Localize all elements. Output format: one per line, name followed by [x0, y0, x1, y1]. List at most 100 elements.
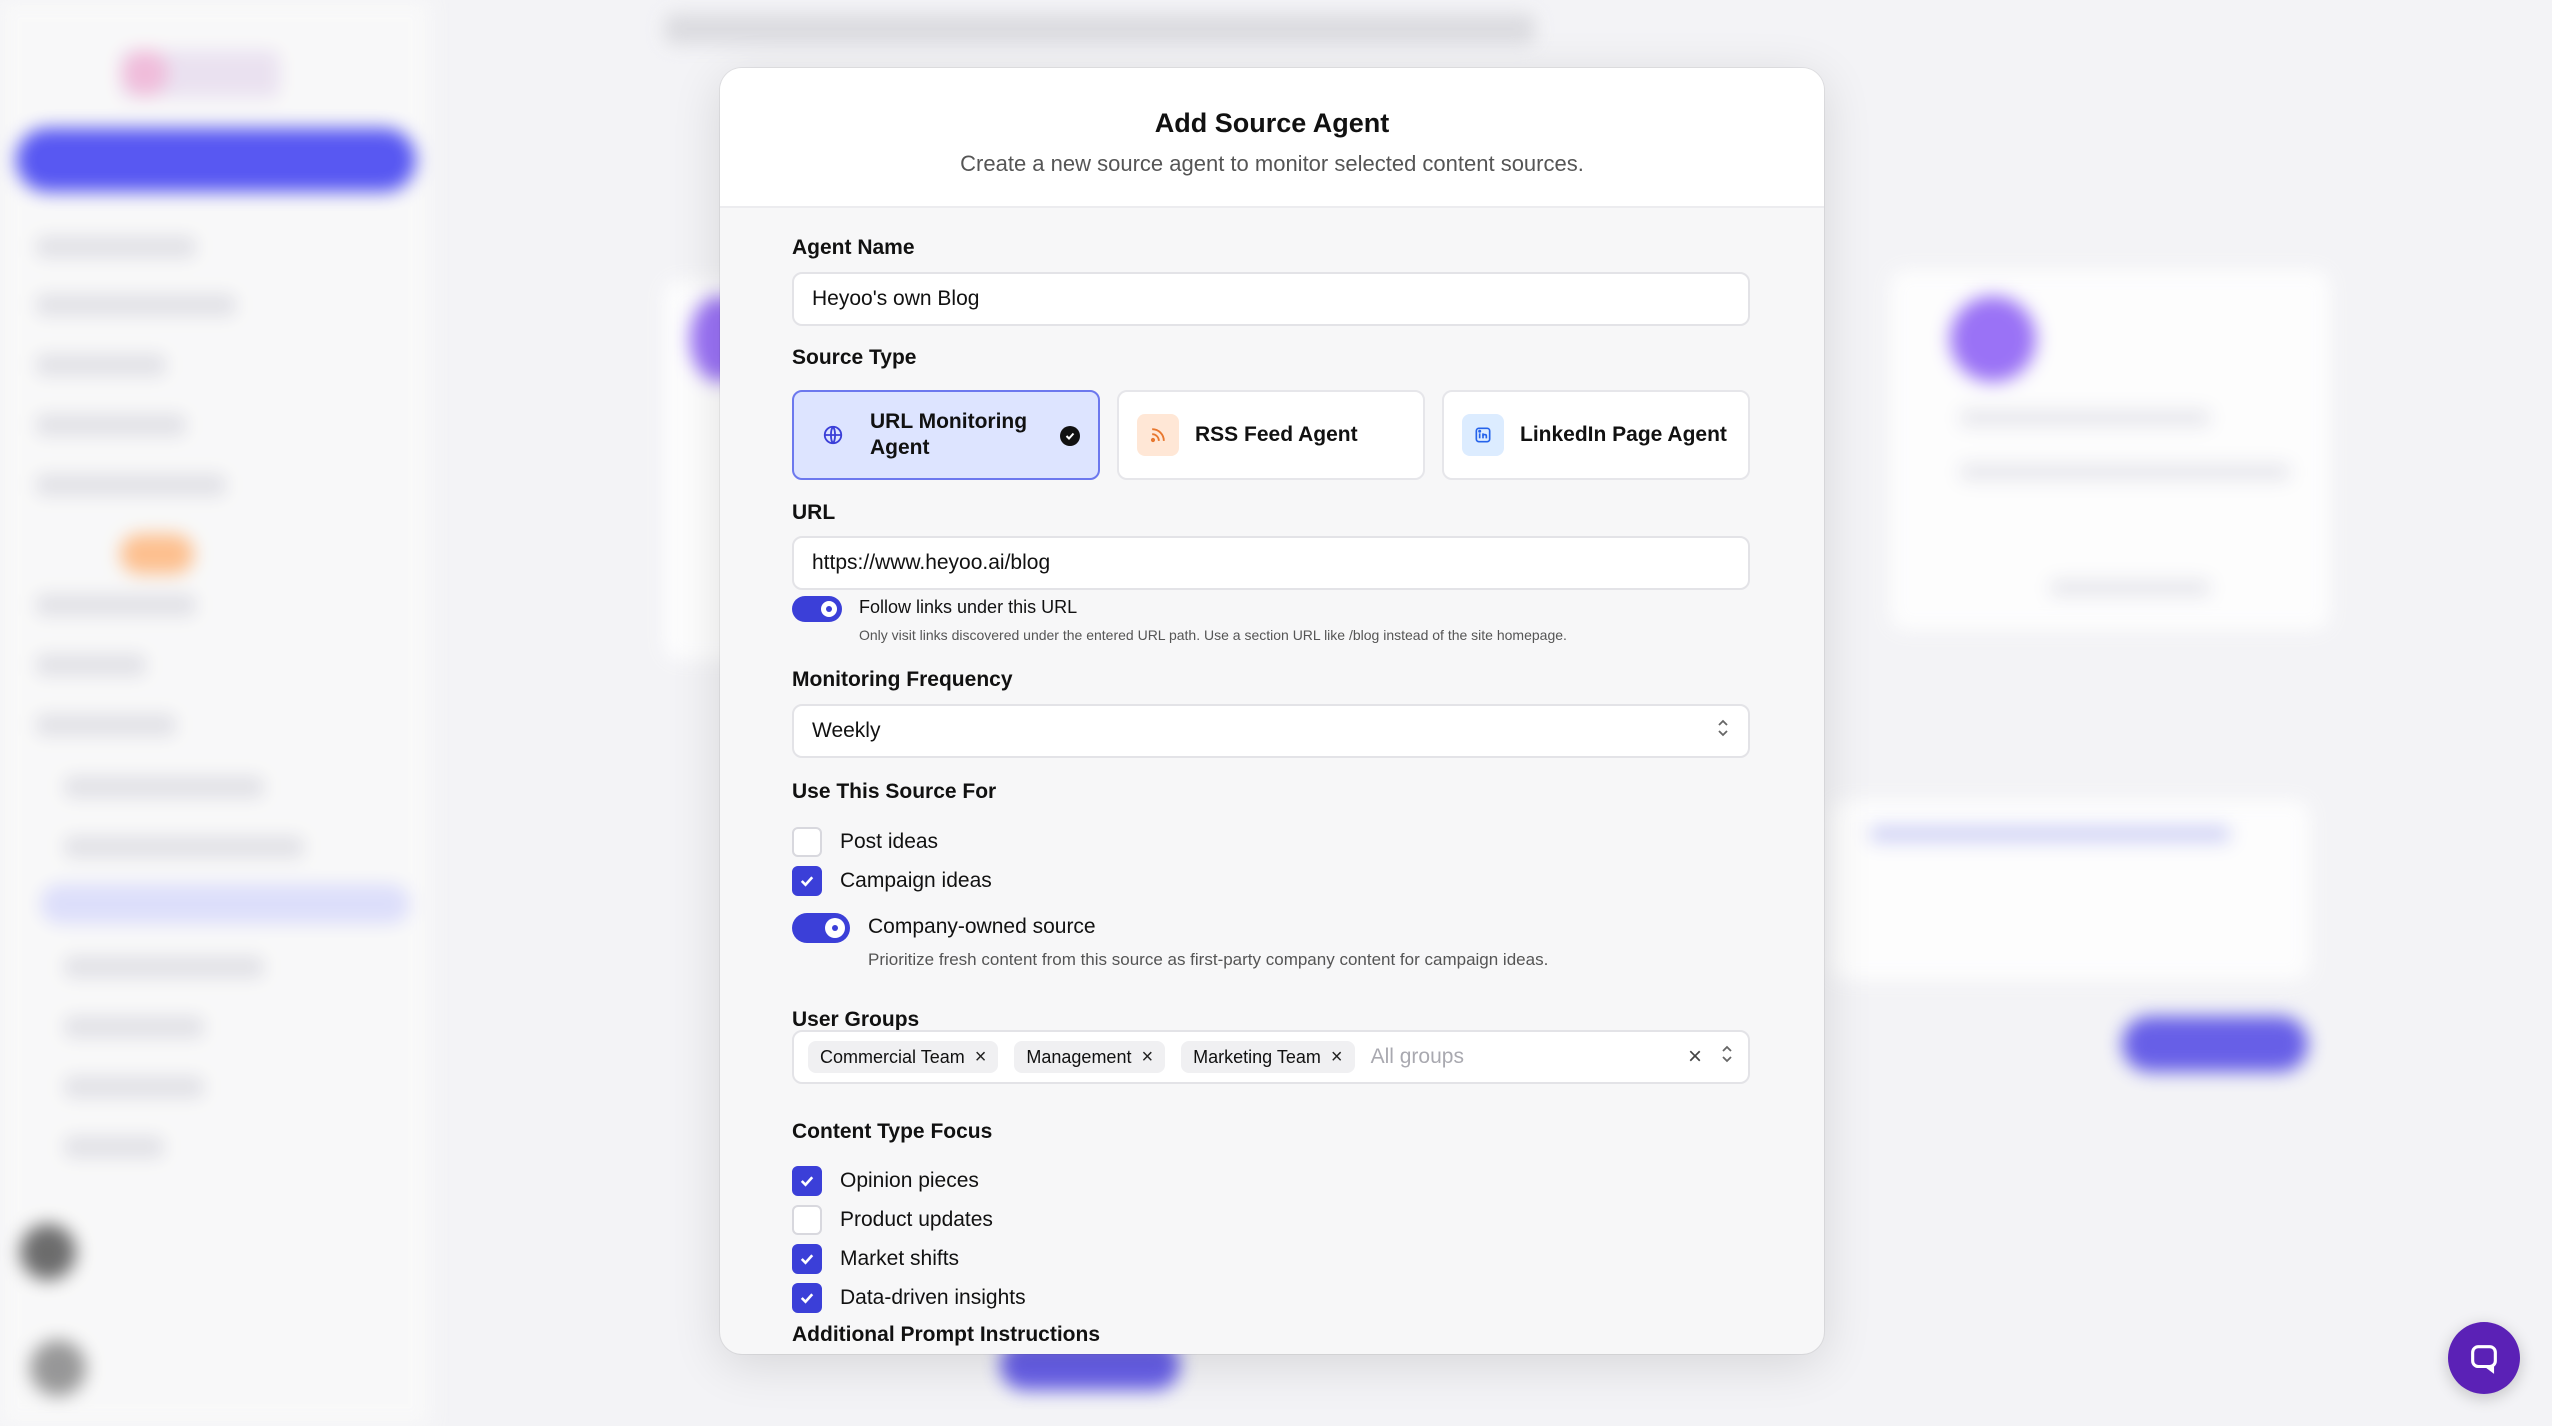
check-icon	[800, 1254, 814, 1265]
group-tag-label: Commercial Team	[820, 1046, 965, 1067]
checkbox[interactable]	[792, 1283, 822, 1313]
use-for-label: Use This Source For	[792, 780, 997, 803]
source-type-rss-feed[interactable]: RSS Feed Agent	[1117, 390, 1425, 480]
check-icon	[800, 1176, 814, 1187]
checkbox-label: Data-driven insights	[840, 1286, 1026, 1309]
group-tag: Management ×	[1014, 1041, 1166, 1073]
source-type-linkedin-page[interactable]: LinkedIn Page Agent	[1442, 390, 1750, 480]
additional-prompt-label: Additional Prompt Instructions	[792, 1323, 1100, 1346]
checkbox[interactable]	[792, 1244, 822, 1274]
bg-nav-item	[36, 474, 226, 496]
monitoring-frequency-select[interactable]: Weekly	[792, 704, 1750, 758]
bg-nav-item	[36, 236, 196, 258]
bg-primary-button	[16, 128, 416, 192]
agent-name-value: Heyoo's own Blog	[812, 287, 980, 310]
bg-avatar	[30, 1340, 86, 1396]
bg-sidebar	[0, 0, 430, 1426]
bg-avatar	[20, 1224, 76, 1280]
bg-nav-item	[64, 1016, 204, 1038]
bg-logo-mark	[122, 50, 168, 96]
selected-check-icon	[1060, 426, 1080, 446]
checkbox-label: Market shifts	[840, 1247, 960, 1270]
remove-tag-icon[interactable]: ×	[1141, 1047, 1153, 1067]
source-type-url-monitoring[interactable]: URL Monitoring Agent	[792, 390, 1100, 480]
url-input[interactable]: https://www.heyoo.ai/blog	[792, 536, 1750, 590]
bg-nav-item	[36, 294, 236, 316]
check-icon	[800, 876, 814, 887]
checkbox[interactable]	[792, 827, 822, 857]
content-type-data-driven[interactable]: Data-driven insights	[792, 1283, 1026, 1313]
bg-nav-item	[36, 594, 196, 616]
check-icon	[800, 1293, 814, 1304]
user-groups-multiselect[interactable]: Commercial Team × Management × Marketing…	[792, 1030, 1750, 1084]
bg-icon	[1950, 296, 2036, 382]
rss-icon	[1137, 414, 1179, 456]
content-type-market-shifts[interactable]: Market shifts	[792, 1244, 959, 1274]
bg-nav-item	[36, 714, 176, 736]
checkbox[interactable]	[792, 1166, 822, 1196]
bg-nav-item	[36, 654, 146, 676]
company-owned-toggle[interactable]	[792, 913, 850, 943]
add-source-agent-dialog: Add Source Agent Create a new source age…	[720, 68, 1824, 1354]
bg-text-line	[1960, 464, 2290, 480]
linkedin-icon	[1462, 414, 1504, 456]
url-value: https://www.heyoo.ai/blog	[812, 551, 1051, 574]
clear-icon[interactable]: ×	[1688, 1043, 1702, 1071]
bg-header-bar	[665, 14, 1535, 44]
remove-tag-icon[interactable]: ×	[975, 1047, 987, 1067]
user-groups-label: User Groups	[792, 1008, 920, 1031]
follow-links-label: Follow links under this URL	[859, 597, 1078, 617]
bg-nav-item	[36, 354, 166, 376]
company-owned-help: Prioritize fresh content from this sourc…	[868, 950, 1549, 969]
content-type-focus-label: Content Type Focus	[792, 1120, 993, 1143]
user-groups-placeholder: All groups	[1370, 1045, 1464, 1068]
bg-nav-item	[64, 1076, 204, 1098]
dialog-subtitle: Create a new source agent to monitor sel…	[960, 151, 1584, 176]
select-chevrons-icon	[1716, 718, 1730, 744]
source-type-label: Source Type	[792, 346, 917, 369]
checkbox[interactable]	[792, 1205, 822, 1235]
dialog-header: Add Source Agent Create a new source age…	[720, 68, 1824, 208]
agent-name-label: Agent Name	[792, 236, 915, 259]
bg-nav-item	[64, 776, 264, 798]
bg-button	[2122, 1016, 2308, 1072]
bg-nav-item	[64, 956, 264, 978]
company-owned-label: Company-owned source	[868, 915, 1096, 938]
url-label: URL	[792, 501, 836, 524]
dialog-title: Add Source Agent	[1154, 108, 1390, 138]
content-type-product-updates[interactable]: Product updates	[792, 1205, 993, 1235]
checkbox[interactable]	[792, 866, 822, 896]
monitoring-frequency-label: Monitoring Frequency	[792, 668, 1013, 691]
checkbox-label: Post ideas	[840, 830, 939, 853]
group-tag: Commercial Team ×	[808, 1041, 999, 1073]
agent-name-input[interactable]: Heyoo's own Blog	[792, 272, 1750, 326]
bg-nav-item	[64, 836, 304, 858]
bg-text-line	[1870, 826, 2230, 842]
follow-links-help: Only visit links discovered under the en…	[859, 627, 1567, 643]
monitoring-frequency-value: Weekly	[812, 719, 881, 742]
checkbox-label: Product updates	[840, 1208, 993, 1231]
checkbox-label: Campaign ideas	[840, 869, 992, 892]
bg-badge	[120, 534, 194, 574]
source-type-rss-label: RSS Feed Agent	[1195, 423, 1358, 446]
content-type-opinion-pieces[interactable]: Opinion pieces	[792, 1166, 979, 1196]
bg-nav-item	[64, 1136, 164, 1158]
follow-links-toggle[interactable]	[792, 596, 842, 622]
bg-text-line	[1960, 410, 2210, 426]
use-for-post-ideas[interactable]: Post ideas	[792, 827, 938, 857]
bg-nav-item	[36, 414, 186, 436]
group-tag: Marketing Team ×	[1181, 1041, 1355, 1073]
source-type-linkedin-label: LinkedIn Page Agent	[1520, 423, 1727, 446]
remove-tag-icon[interactable]: ×	[1331, 1047, 1343, 1067]
bg-text-line	[2050, 580, 2210, 596]
select-chevrons-icon	[1720, 1044, 1734, 1070]
checkbox-label: Opinion pieces	[840, 1169, 979, 1192]
use-for-campaign-ideas[interactable]: Campaign ideas	[792, 866, 992, 896]
chat-bubble-icon	[2471, 1345, 2497, 1374]
source-type-url-label: URL Monitoring Agent	[870, 410, 1028, 459]
bg-nav-active	[40, 884, 410, 924]
chat-launcher-button[interactable]	[2448, 1322, 2520, 1394]
group-tag-label: Marketing Team	[1193, 1046, 1321, 1067]
group-tag-label: Management	[1026, 1046, 1132, 1067]
globe-icon	[812, 414, 854, 456]
